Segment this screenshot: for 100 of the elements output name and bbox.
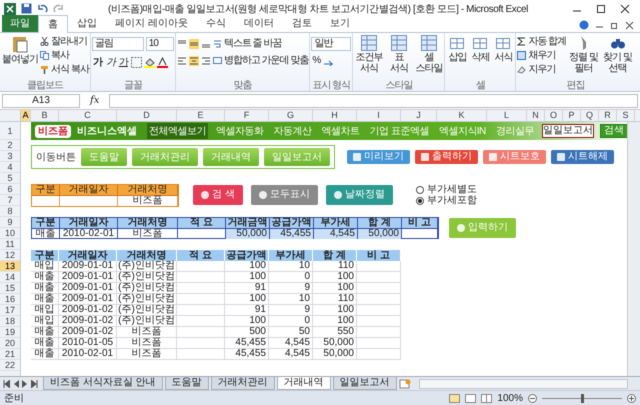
fill-button[interactable]: 채우기 [517, 49, 566, 62]
cells-button[interactable]: 삽입 [446, 34, 468, 80]
save-icon[interactable] [21, 3, 32, 14]
new-sheet-icon[interactable] [398, 378, 411, 388]
input-cell[interactable]: 50,000 [226, 229, 270, 239]
row-header[interactable]: 10 [0, 228, 20, 239]
middle-align-icon[interactable] [188, 38, 199, 48]
column-header[interactable]: E [177, 110, 225, 121]
column-header[interactable]: D [117, 110, 177, 121]
percent-style-button[interactable]: % [311, 55, 322, 66]
ribbon-tab[interactable]: 파일 [2, 15, 38, 32]
cells-button[interactable]: 서식 [492, 34, 514, 80]
column-header[interactable]: K [437, 110, 487, 121]
row-header[interactable]: 20 [0, 338, 20, 349]
sheet-tab[interactable]: 도움말 [164, 377, 209, 390]
merge-center-button[interactable]: 병합하고 가운데 맞춤 [212, 54, 308, 67]
name-box[interactable]: A13 [2, 94, 80, 108]
horizontal-scrollbar[interactable] [418, 378, 628, 388]
maximize-icon[interactable] [596, 4, 606, 14]
column-header[interactable]: A [21, 110, 31, 121]
format-painter-button[interactable]: 서식 복사 [40, 63, 89, 76]
sheet-tab[interactable]: 거래내역 [276, 377, 331, 390]
row-header[interactable]: 13 [0, 261, 20, 272]
align-right-icon[interactable] [200, 56, 211, 66]
font-size-field[interactable]: 10 [146, 37, 174, 51]
row-header[interactable]: 19 [0, 327, 20, 338]
close-icon[interactable] [625, 20, 634, 30]
sort-filter-button[interactable]: 정렬 및 필터 [567, 34, 600, 80]
logo[interactable]: 비즈폼 [35, 124, 71, 138]
action-button[interactable]: 시트해제 [551, 150, 614, 164]
search-field[interactable]: 일일보고서 [542, 124, 594, 138]
ribbon-tab[interactable]: 데이터 [234, 15, 283, 32]
zoom-in-icon[interactable] [627, 394, 636, 402]
number-format-field[interactable]: 일반 [311, 37, 352, 51]
vat-radio[interactable]: 부가세별도 [416, 184, 477, 195]
ribbon-tab[interactable]: 삽입 [68, 15, 106, 32]
autosum-button[interactable]: 자동 합계 [517, 35, 566, 48]
menu-link[interactable]: 전체엑셀보기 [147, 123, 208, 139]
row-header[interactable]: 8 [0, 206, 20, 217]
search-input[interactable] [60, 196, 118, 206]
sheet-tab[interactable]: 일일보고서 [332, 377, 397, 390]
sheet-tab[interactable]: 비즈폼 서식자료실 안내 [43, 377, 163, 390]
last-sheet-icon[interactable] [31, 380, 38, 388]
first-sheet-icon[interactable] [3, 380, 10, 388]
next-sheet-icon[interactable] [22, 380, 28, 388]
undo-icon[interactable] [37, 3, 48, 14]
column-header[interactable]: R [599, 110, 617, 121]
row-header[interactable]: 17 [0, 305, 20, 316]
sheet-tab[interactable]: 거래처관리 [210, 377, 275, 390]
row-header[interactable]: 9 [0, 217, 20, 228]
ribbon-tab[interactable]: 홈 [38, 15, 68, 33]
close-icon[interactable] [620, 4, 630, 14]
page-break-icon[interactable] [481, 394, 492, 402]
row-header[interactable]: 6 [0, 184, 20, 195]
row-header[interactable]: 15 [0, 283, 20, 294]
row-header[interactable]: 18 [0, 316, 20, 327]
column-header[interactable]: G [269, 110, 313, 121]
find-select-button[interactable]: 찾기 및 선택 [601, 34, 634, 80]
input-cell[interactable]: 4,545 [314, 229, 358, 239]
column-header[interactable]: J [401, 110, 437, 121]
action-button[interactable]: 출력하기 [415, 150, 478, 164]
formula-input[interactable] [109, 94, 638, 108]
column-header[interactable]: I [357, 110, 401, 121]
row-header[interactable]: 5 [0, 173, 20, 184]
input-cell[interactable]: 매출 [32, 229, 60, 239]
zoom-level[interactable]: 100% [497, 392, 523, 404]
font-style-button[interactable]: 가 [104, 55, 116, 69]
normal-view-icon[interactable] [449, 394, 460, 402]
ribbon-tab[interactable]: 수식 [196, 15, 235, 32]
search-input[interactable] [32, 196, 60, 206]
column-header[interactable]: P [563, 110, 581, 121]
style-button[interactable]: 표 서식 [384, 34, 414, 80]
row-header[interactable]: 7 [0, 195, 20, 206]
search-button[interactable]: 검색 [600, 124, 628, 138]
column-header[interactable]: L [487, 110, 527, 121]
row-header[interactable]: 2 [0, 140, 20, 151]
column-header[interactable]: O [545, 110, 563, 121]
ribbon-tab[interactable]: 검토 [282, 15, 321, 32]
input-cell[interactable]: 50,000 [358, 229, 402, 239]
radio-icon[interactable] [416, 186, 424, 194]
font-style-button[interactable]: 가 [92, 55, 103, 69]
input-cell[interactable]: 45,455 [270, 229, 314, 239]
fill-color-icon[interactable] [144, 56, 155, 68]
font-name-field[interactable]: 굴림 [92, 37, 144, 51]
row-header[interactable]: 14 [0, 272, 20, 283]
row-header[interactable]: 22 [0, 360, 20, 371]
copy-button[interactable]: 복사 [40, 49, 89, 62]
clear-button[interactable]: 지우기 [517, 63, 566, 76]
input-cell[interactable]: 2010-02-01 [60, 229, 118, 239]
style-button[interactable]: 조건부 서식 [354, 34, 384, 80]
style-button[interactable]: 셀 스타일 [414, 34, 444, 80]
insert-function-button[interactable]: fx [84, 95, 106, 106]
input-cell[interactable]: 비즈폼 [118, 229, 178, 239]
ribbon-tab[interactable]: 보기 [320, 15, 359, 32]
column-header[interactable]: H [313, 110, 357, 121]
borders-icon[interactable] [130, 56, 142, 68]
row-header[interactable]: 3 [0, 151, 20, 162]
vat-radio[interactable]: 부가세포함 [416, 195, 477, 206]
paste-button[interactable]: 붙여넣기 [1, 34, 39, 80]
zoom-out-icon[interactable] [528, 394, 537, 402]
